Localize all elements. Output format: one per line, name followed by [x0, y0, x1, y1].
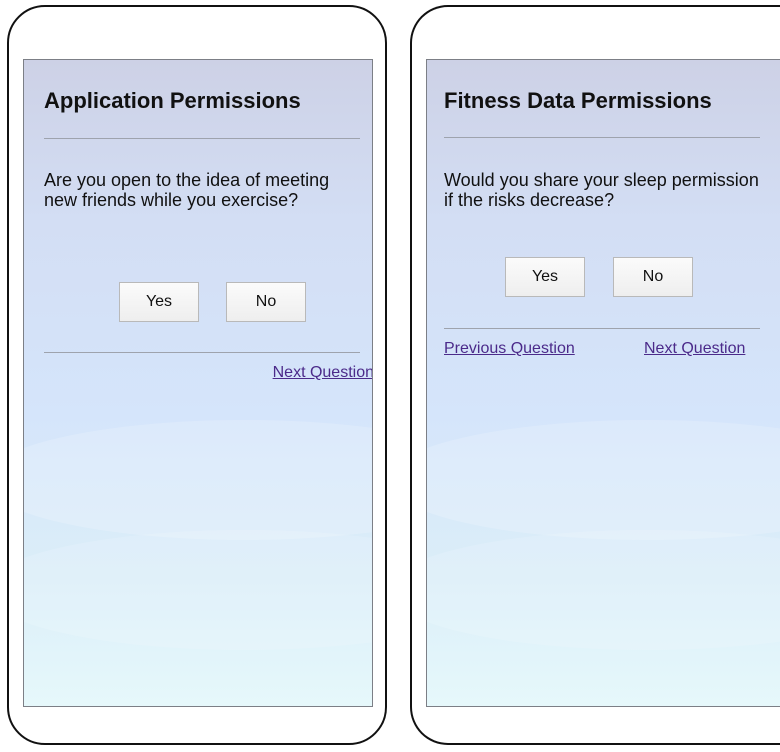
previous-question-link[interactable]: Previous Question	[444, 340, 575, 358]
phone-frame-left: Application Permissions Are you open to …	[7, 5, 387, 745]
background-sheen	[427, 420, 780, 540]
page-title: Application Permissions	[44, 88, 301, 113]
question-text: Are you open to the idea of meeting new …	[44, 170, 330, 210]
permissions-screen-right: Fitness Data Permissions Would you share…	[426, 59, 780, 707]
question-text: Would you share your sleep permission if…	[444, 170, 759, 210]
next-question-link[interactable]: Next Question	[644, 340, 745, 358]
answer-divider	[44, 352, 360, 353]
background-sheen	[24, 420, 372, 540]
answer-divider	[444, 328, 760, 329]
no-button[interactable]: No	[226, 282, 306, 322]
title-divider	[44, 138, 360, 139]
next-question-link[interactable]: Next Question	[273, 364, 372, 382]
title-divider	[444, 137, 760, 138]
yes-button[interactable]: Yes	[505, 257, 585, 297]
permissions-screen-left: Application Permissions Are you open to …	[23, 59, 373, 707]
background-sheen	[427, 530, 780, 650]
phone-frame-right: Fitness Data Permissions Would you share…	[410, 5, 780, 745]
page-title: Fitness Data Permissions	[444, 88, 712, 113]
no-button[interactable]: No	[613, 257, 693, 297]
background-sheen	[24, 530, 372, 650]
yes-button[interactable]: Yes	[119, 282, 199, 322]
